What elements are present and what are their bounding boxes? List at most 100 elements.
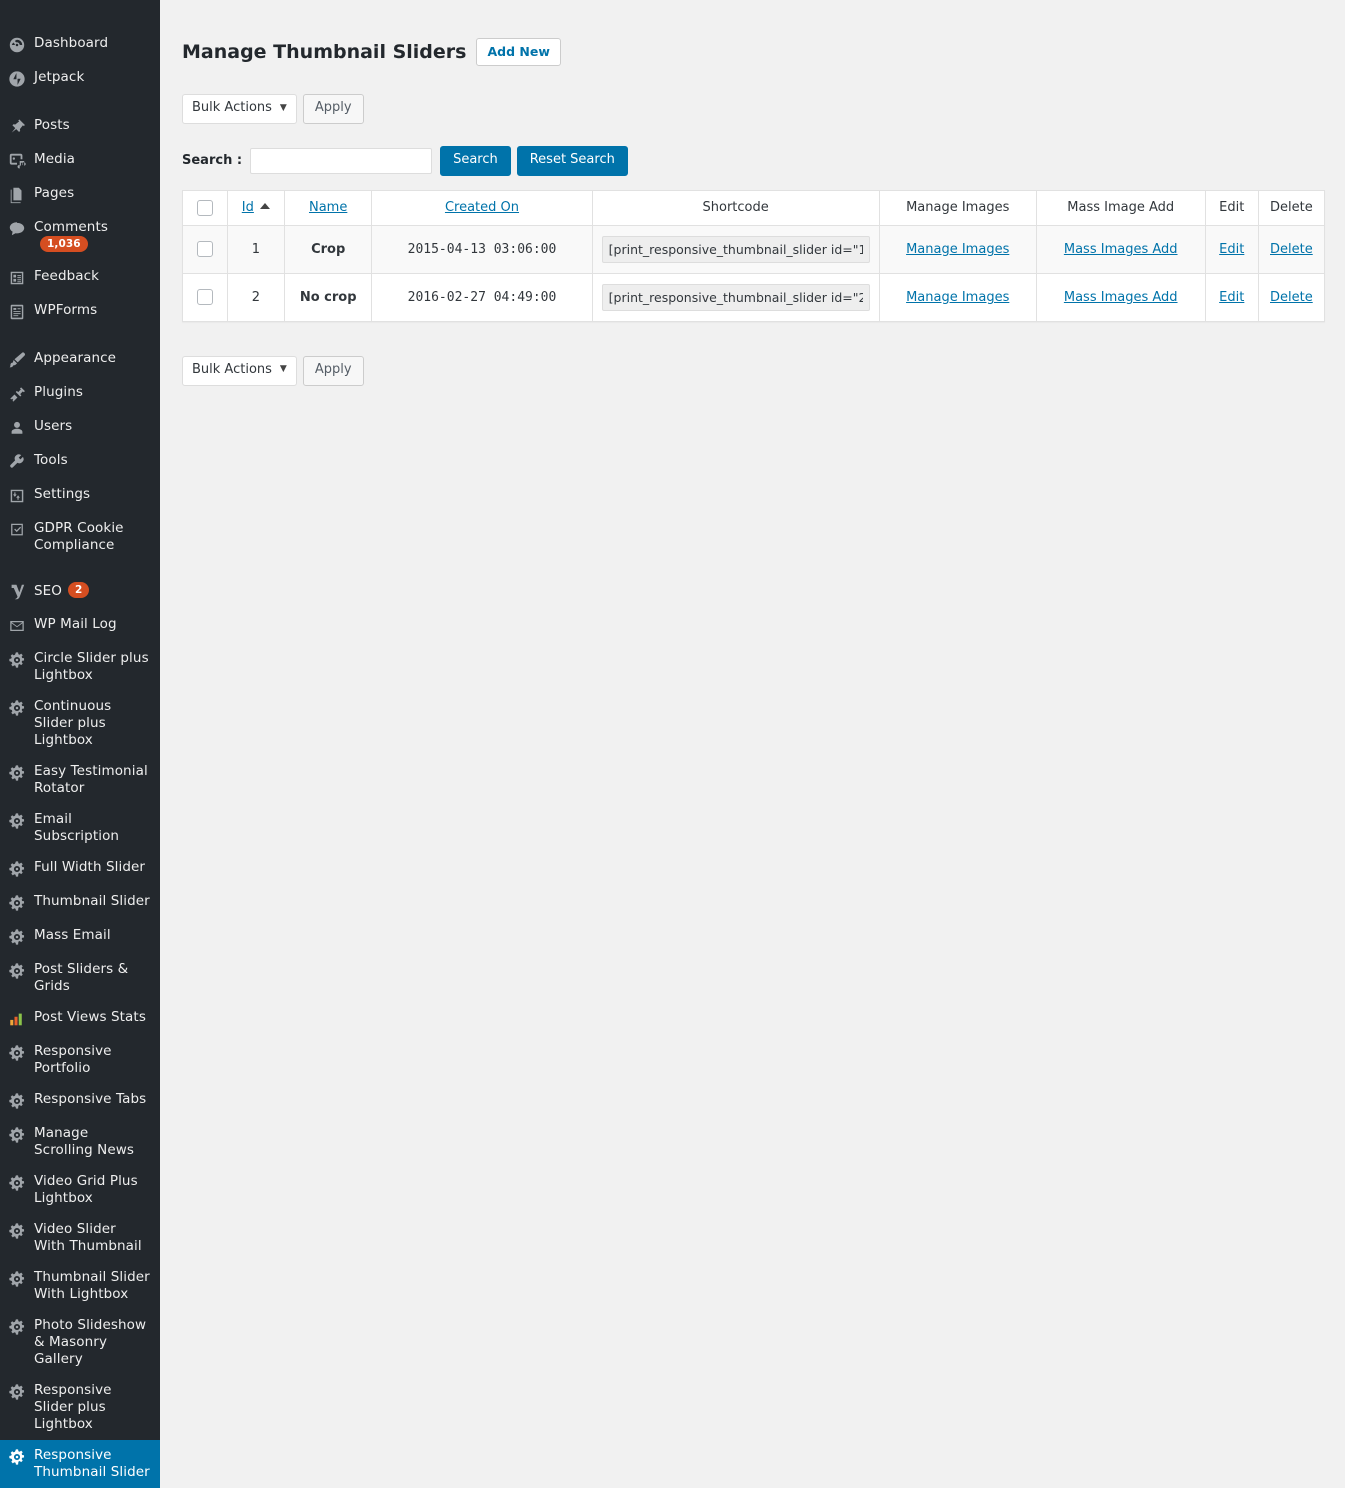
settings-sliders-icon	[0, 486, 34, 505]
sidebar-item-media[interactable]: Media	[0, 144, 160, 178]
bulk-actions-row-top: Bulk Actions ▼ Apply	[182, 94, 1325, 124]
sidebar-item-mass-email[interactable]: Mass Email	[0, 920, 160, 954]
row-checkbox[interactable]	[196, 289, 213, 306]
sidebar-item-circle-slider-plus-lightbox[interactable]: Circle Slider plus Lightbox	[0, 643, 160, 691]
gear-icon	[0, 1269, 34, 1288]
apply-button-bottom[interactable]: Apply	[302, 355, 364, 386]
sidebar-item-label: Media	[34, 151, 76, 167]
sidebar-item-thumbnail-slider[interactable]: Thumbnail Slider	[0, 886, 160, 920]
gear-icon	[0, 1125, 34, 1144]
gear-icon	[0, 1317, 34, 1336]
sidebar-item-responsive-tabs[interactable]: Responsive Tabs	[0, 1084, 160, 1118]
sort-link-created-on[interactable]: Created On	[445, 200, 519, 215]
bulk-actions-select-top[interactable]: Bulk Actions ▼	[182, 94, 297, 124]
manage-images-link-value[interactable]: Manage Images	[906, 242, 1009, 257]
search-button[interactable]: Search	[440, 145, 511, 176]
sidebar-item-thumbnail-slider-with-lightbox[interactable]: Thumbnail Slider With Lightbox	[0, 1262, 160, 1310]
sidebar-item-wp-mail-log[interactable]: WP Mail Log	[0, 609, 160, 643]
sidebar-item-label: Post Views Stats	[34, 1009, 146, 1025]
search-label: Search :	[182, 153, 243, 169]
feedback-icon	[0, 268, 34, 287]
sidebar-item-settings[interactable]: Settings	[0, 479, 160, 513]
sidebar-item-users[interactable]: Users	[0, 411, 160, 445]
mass-images-add-link-value[interactable]: Mass Images Add	[1064, 242, 1178, 257]
cell-created-on: 2015-04-13 03:06:00	[371, 224, 593, 274]
sidebar-item-label: Circle Slider plus Lightbox	[34, 650, 149, 683]
gear-icon	[0, 811, 34, 830]
sidebar-item-continuous-slider-plus-lightbox[interactable]: Continuous Slider plus Lightbox	[0, 691, 160, 756]
shortcode-input[interactable]	[601, 283, 870, 311]
edit-link-value[interactable]: Edit	[1219, 290, 1244, 305]
gear-icon	[0, 1382, 34, 1401]
bulk-actions-row-bottom: Bulk Actions ▼ Apply	[182, 355, 1325, 386]
cell-shortcode	[591, 272, 880, 322]
delete-link-value[interactable]: Delete	[1270, 242, 1313, 257]
pages-icon	[0, 185, 34, 204]
sidebar-item-easy-testimonial-rotator[interactable]: Easy Testimonial Rotator	[0, 756, 160, 804]
sidebar-item-gdpr-cookie-compliance[interactable]: GDPR Cookie Compliance	[0, 513, 160, 561]
yoast-icon	[0, 582, 34, 601]
main-content: Manage Thumbnail Sliders Add New Bulk Ac…	[160, 0, 1345, 1443]
cell-name: No crop	[283, 272, 373, 322]
reset-search-button[interactable]: Reset Search	[516, 145, 628, 176]
sidebar-item-seo[interactable]: SEO 2	[0, 575, 160, 609]
sidebar-item-wpforms[interactable]: WPForms	[0, 295, 160, 329]
sidebar-item-post-views-stats[interactable]: Post Views Stats	[0, 1002, 160, 1036]
bulk-actions-select-bottom-label: Bulk Actions	[192, 361, 272, 377]
chevron-down-icon: ▼	[279, 364, 287, 375]
delete-link-value[interactable]: Delete	[1270, 290, 1313, 305]
add-new-button[interactable]: Add New	[476, 38, 561, 66]
sidebar-item-badge: 1,036	[40, 236, 88, 252]
sidebar-item-photo-slideshow-and-masonry-gallery[interactable]: Photo Slideshow & Masonry Gallery	[0, 1310, 160, 1375]
sort-link-id[interactable]: Id	[242, 200, 254, 215]
sidebar-item-tools[interactable]: Tools	[0, 445, 160, 479]
search-row: Search : Search Reset Search	[182, 145, 1325, 176]
sidebar-item-label: Photo Slideshow & Masonry Gallery	[34, 1317, 147, 1367]
mass-images-add-link-value[interactable]: Mass Images Add	[1064, 290, 1178, 305]
sidebar-item-posts[interactable]: Posts	[0, 110, 160, 144]
sidebar-item-label: Tools	[34, 452, 68, 468]
brush-icon	[0, 350, 34, 369]
sidebar-item-full-width-slider[interactable]: Full Width Slider	[0, 852, 160, 886]
sliders-table: Id Name Created On Shortcode Manage Imag…	[182, 189, 1326, 322]
sidebar-item-post-sliders-and-grids[interactable]: Post Sliders & Grids	[0, 954, 160, 1002]
sidebar-item-plugins[interactable]: Plugins	[0, 377, 160, 411]
sidebar-item-manage-scrolling-news[interactable]: Manage Scrolling News	[0, 1118, 160, 1166]
sidebar-item-jetpack[interactable]: Jetpack	[0, 62, 160, 96]
media-icon	[0, 151, 34, 170]
mass-images-add-link: Mass Images Add	[1035, 272, 1206, 322]
sidebar-item-label: Responsive Slider plus Lightbox	[34, 1382, 112, 1432]
column-header-mass-image-add: Mass Image Add	[1035, 189, 1206, 226]
select-all-checkbox[interactable]	[196, 199, 213, 216]
sidebar-item-label: Thumbnail Slider	[34, 893, 150, 909]
apply-button-top[interactable]: Apply	[302, 94, 364, 124]
sidebar-item-comments[interactable]: Comments1,036	[0, 212, 160, 261]
search-input[interactable]	[250, 147, 433, 174]
sidebar-item-label: GDPR Cookie Compliance	[34, 520, 124, 553]
shortcode-input[interactable]	[601, 235, 870, 263]
sidebar-item-responsive-slider-plus-lightbox[interactable]: Responsive Slider plus Lightbox	[0, 1375, 160, 1440]
gear-icon	[0, 650, 34, 669]
sidebar-item-responsive-portfolio[interactable]: Responsive Portfolio	[0, 1036, 160, 1084]
sidebar-item-responsive-thumbnail-slider[interactable]: Responsive Thumbnail Slider	[0, 1440, 168, 1488]
cell-id: 2	[226, 272, 285, 322]
bulk-actions-select-bottom[interactable]: Bulk Actions ▼	[182, 355, 297, 386]
sidebar-item-feedback[interactable]: Feedback	[0, 261, 160, 295]
manage-images-link-value[interactable]: Manage Images	[906, 290, 1009, 305]
sidebar-item-appearance[interactable]: Appearance	[0, 343, 160, 377]
sidebar-item-label: Continuous Slider plus Lightbox	[34, 698, 112, 748]
pin-icon	[0, 117, 34, 136]
sidebar-item-pages[interactable]: Pages	[0, 178, 160, 212]
gear-icon	[0, 1043, 34, 1062]
cell-id-value: 2	[251, 289, 260, 305]
delete-link: Delete	[1257, 272, 1326, 322]
row-checkbox[interactable]	[196, 241, 213, 258]
sidebar-item-email-subscription[interactable]: Email Subscription	[0, 804, 160, 852]
cell-shortcode	[591, 224, 880, 274]
sidebar-item-video-grid-plus-lightbox[interactable]: Video Grid Plus Lightbox	[0, 1166, 160, 1214]
sidebar-item-dashboard[interactable]: Dashboard	[0, 28, 160, 62]
sort-link-name[interactable]: Name	[309, 200, 347, 215]
sidebar-item-label: Full Width Slider	[34, 859, 146, 875]
edit-link-value[interactable]: Edit	[1219, 242, 1244, 257]
sidebar-item-video-slider-with-thumbnail[interactable]: Video Slider With Thumbnail	[0, 1214, 160, 1262]
